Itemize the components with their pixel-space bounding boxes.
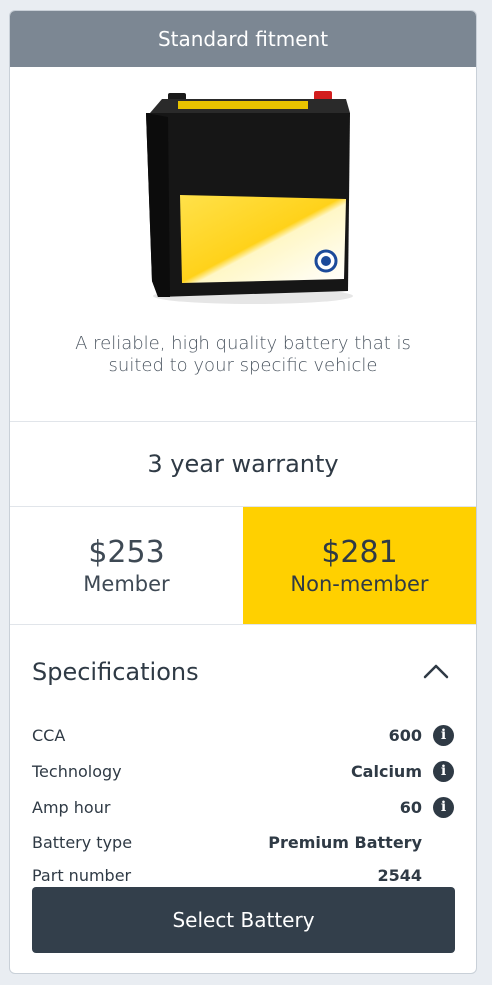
warranty-text: 3 year warranty — [147, 450, 339, 478]
card-header: Standard fitment — [10, 11, 476, 67]
spec-row-cca: CCA 600 i — [32, 717, 454, 753]
non-member-label: Non-member — [290, 571, 429, 596]
spec-row-amp-hour: Amp hour 60 i — [32, 789, 454, 825]
spec-value: 2544 — [377, 865, 422, 885]
non-member-price-option[interactable]: $281 Non-member — [243, 507, 476, 624]
member-price: $253 — [88, 534, 165, 570]
specifications-section: Specifications CCA 600 i Technology Calc… — [10, 625, 476, 891]
product-description: A reliable, high quality battery that is… — [75, 333, 411, 376]
battery-image — [146, 91, 353, 304]
spec-label: Part number — [32, 865, 132, 885]
fitment-card: Standard fitment A reliable, high qualit… — [9, 10, 477, 974]
spec-row-battery-type: Battery type Premium Battery — [32, 825, 454, 859]
spec-row-technology: Technology Calcium i — [32, 753, 454, 789]
spec-label: CCA — [32, 725, 66, 745]
price-options: $253 Member $281 Non-member — [10, 507, 476, 625]
info-icon[interactable]: i — [433, 724, 454, 746]
product-section: A reliable, high quality battery that is… — [10, 67, 476, 422]
card-title: Standard fitment — [157, 27, 329, 51]
info-icon[interactable]: i — [433, 760, 454, 782]
spec-value: 600 — [388, 725, 422, 745]
non-member-price: $281 — [321, 534, 398, 570]
select-battery-button[interactable]: Select Battery — [32, 887, 455, 953]
spec-label: Technology — [32, 761, 122, 781]
spec-label: Battery type — [32, 832, 133, 852]
spec-value: 60 — [399, 797, 422, 817]
spec-value: Premium Battery — [268, 832, 422, 852]
chevron-up-icon[interactable] — [422, 662, 450, 680]
info-icon[interactable]: i — [433, 796, 454, 818]
spec-value: Calcium — [350, 761, 422, 781]
specifications-header[interactable]: Specifications — [32, 625, 454, 717]
specifications-title: Specifications — [32, 658, 199, 686]
spec-label: Amp hour — [32, 797, 111, 817]
warranty-info: 3 year warranty — [10, 422, 476, 507]
member-label: Member — [83, 571, 170, 596]
member-price-option[interactable]: $253 Member — [10, 507, 243, 624]
